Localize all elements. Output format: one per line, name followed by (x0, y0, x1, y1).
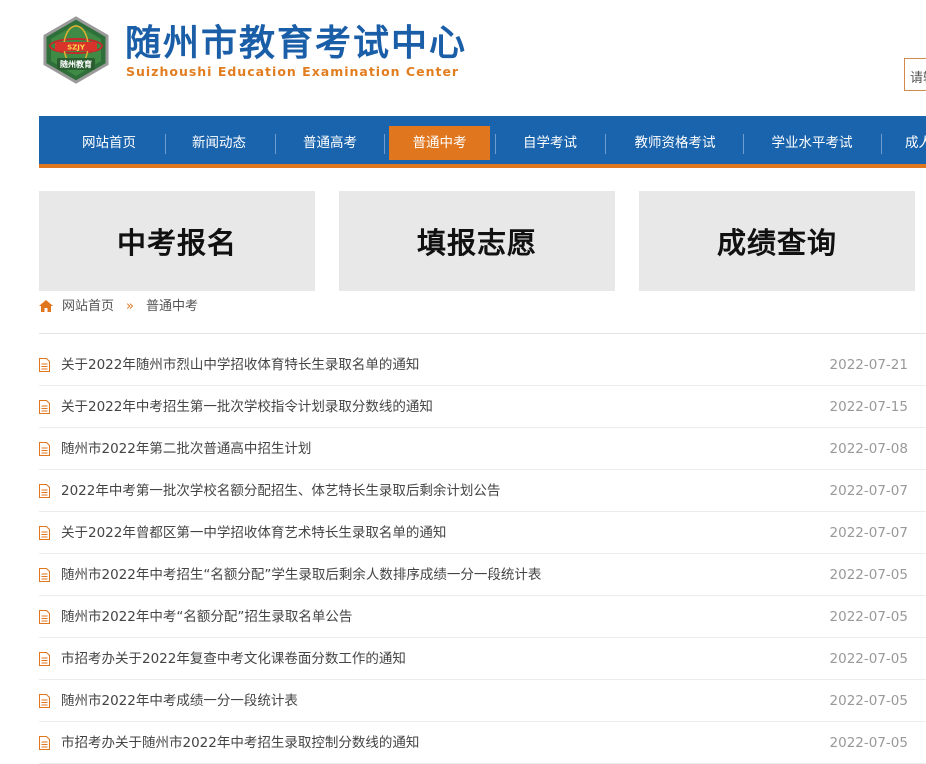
nav-item-zhongkao[interactable]: 普通中考 (389, 126, 490, 160)
list-item: 关于2022年中考招生第一批次学校指令计划录取分数线的通知 2022-07-15 (39, 386, 926, 428)
list-item: 随州市2022年中考招生“名额分配”学生录取后剩余人数排序成绩一分一段统计表 2… (39, 554, 926, 596)
news-date: 2022-07-15 (829, 399, 908, 415)
site-title[interactable]: 随州市教育考试中心 (125, 22, 467, 66)
search-input[interactable]: 请输入关键字 (904, 58, 926, 91)
list-item: 2022年中考第一批次学校名额分配招生、体艺特长生录取后剩余计划公告 2022-… (39, 470, 926, 512)
nav-divider (495, 134, 496, 154)
document-icon (39, 400, 50, 414)
news-title-link[interactable]: 随州市2022年中考招生“名额分配”学生录取后剩余人数排序成绩一分一段统计表 (61, 565, 541, 585)
nav-divider (743, 134, 744, 154)
news-date: 2022-07-05 (829, 693, 908, 709)
nav-item-self-study[interactable]: 自学考试 (505, 126, 595, 160)
list-item: 关于2022年曾都区第一中学招收体育艺术特长生录取名单的通知 2022-07-0… (39, 512, 926, 554)
breadcrumb-home-link[interactable]: 网站首页 (62, 296, 114, 318)
exam-center-emblem-icon[interactable]: SZJY 随州教育 (41, 16, 111, 84)
news-title-link[interactable]: 随州市2022年第二批次普通高中招生计划 (61, 439, 311, 459)
news-date: 2022-07-21 (829, 357, 908, 373)
breadcrumb: 网站首页 » 普通中考 (39, 296, 926, 334)
nav-divider (275, 134, 276, 154)
news-date: 2022-07-07 (829, 525, 908, 541)
list-item: 市招考办关于随州市2022年中考招生录取控制分数线的通知 2022-07-05 (39, 722, 926, 764)
news-date: 2022-07-05 (829, 735, 908, 751)
news-title-link[interactable]: 关于2022年随州市烈山中学招收体育特长生录取名单的通知 (61, 355, 419, 375)
news-title-link[interactable]: 关于2022年曾都区第一中学招收体育艺术特长生录取名单的通知 (61, 523, 446, 543)
list-item: 关于2022年随州市烈山中学招收体育特长生录取名单的通知 2022-07-21 (39, 344, 926, 386)
news-title-link[interactable]: 市招考办关于随州市2022年中考招生录取控制分数线的通知 (61, 733, 419, 753)
news-title-link[interactable]: 随州市2022年中考成绩一分一段统计表 (61, 691, 298, 711)
document-icon (39, 358, 50, 372)
tile-registration[interactable]: 中考报名 (39, 191, 315, 291)
tile-application[interactable]: 填报志愿 (339, 191, 615, 291)
nav-item-proficiency[interactable]: 学业水平考试 (753, 126, 871, 160)
news-date: 2022-07-05 (829, 567, 908, 583)
news-title-link[interactable]: 市招考办关于2022年复查中考文化课卷面分数工作的通知 (61, 649, 406, 669)
nav-item-gaokao[interactable]: 普通高考 (285, 126, 375, 160)
document-icon (39, 442, 50, 456)
list-item: 随州市2022年中考“名额分配”招生录取名单公告 2022-07-05 (39, 596, 926, 638)
breadcrumb-current[interactable]: 普通中考 (146, 296, 198, 318)
nav-item-home[interactable]: 网站首页 (63, 126, 155, 160)
site-subtitle: Suizhoushi Education Examination Center (126, 64, 460, 79)
list-item: 随州市2022年中考成绩一分一段统计表 2022-07-05 (39, 680, 926, 722)
document-icon (39, 610, 50, 624)
nav-divider (165, 134, 166, 154)
list-item: 市招考办关于2022年复查中考文化课卷面分数工作的通知 2022-07-05 (39, 638, 926, 680)
news-title-link[interactable]: 随州市2022年中考“名额分配”招生录取名单公告 (61, 607, 352, 627)
document-icon (39, 736, 50, 750)
svg-text:SZJY: SZJY (67, 44, 86, 52)
tile-score-query[interactable]: 成绩查询 (639, 191, 915, 291)
site-header: SZJY 随州教育 随州市教育考试中心 Suizhoushi Education… (0, 0, 926, 116)
svg-text:随州教育: 随州教育 (60, 59, 92, 69)
nav-item-adult-exam[interactable]: 成人高考 (905, 126, 926, 160)
news-date: 2022-07-05 (829, 609, 908, 625)
news-title-link[interactable]: 关于2022年中考招生第一批次学校指令计划录取分数线的通知 (61, 397, 433, 417)
document-icon (39, 694, 50, 708)
home-icon (39, 300, 53, 312)
document-icon (39, 568, 50, 582)
main-nav: 网站首页 新闻动态 普通高考 普通中考 自学考试 教师资格考试 学业水平考试 成… (39, 116, 926, 168)
breadcrumb-separator: » (126, 299, 134, 314)
news-date: 2022-07-05 (829, 651, 908, 667)
news-date: 2022-07-07 (829, 483, 908, 499)
news-date: 2022-07-08 (829, 441, 908, 457)
news-title-link[interactable]: 2022年中考第一批次学校名额分配招生、体艺特长生录取后剩余计划公告 (61, 481, 500, 501)
document-icon (39, 526, 50, 540)
nav-divider (605, 134, 606, 154)
document-icon (39, 484, 50, 498)
nav-item-news[interactable]: 新闻动态 (175, 126, 263, 160)
document-icon (39, 652, 50, 666)
nav-divider (881, 134, 882, 154)
list-item: 随州市2022年第二批次普通高中招生计划 2022-07-08 (39, 428, 926, 470)
nav-divider (384, 134, 385, 154)
nav-item-teacher-cert[interactable]: 教师资格考试 (615, 126, 735, 160)
news-list: 关于2022年随州市烈山中学招收体育特长生录取名单的通知 2022-07-21 … (39, 344, 926, 764)
